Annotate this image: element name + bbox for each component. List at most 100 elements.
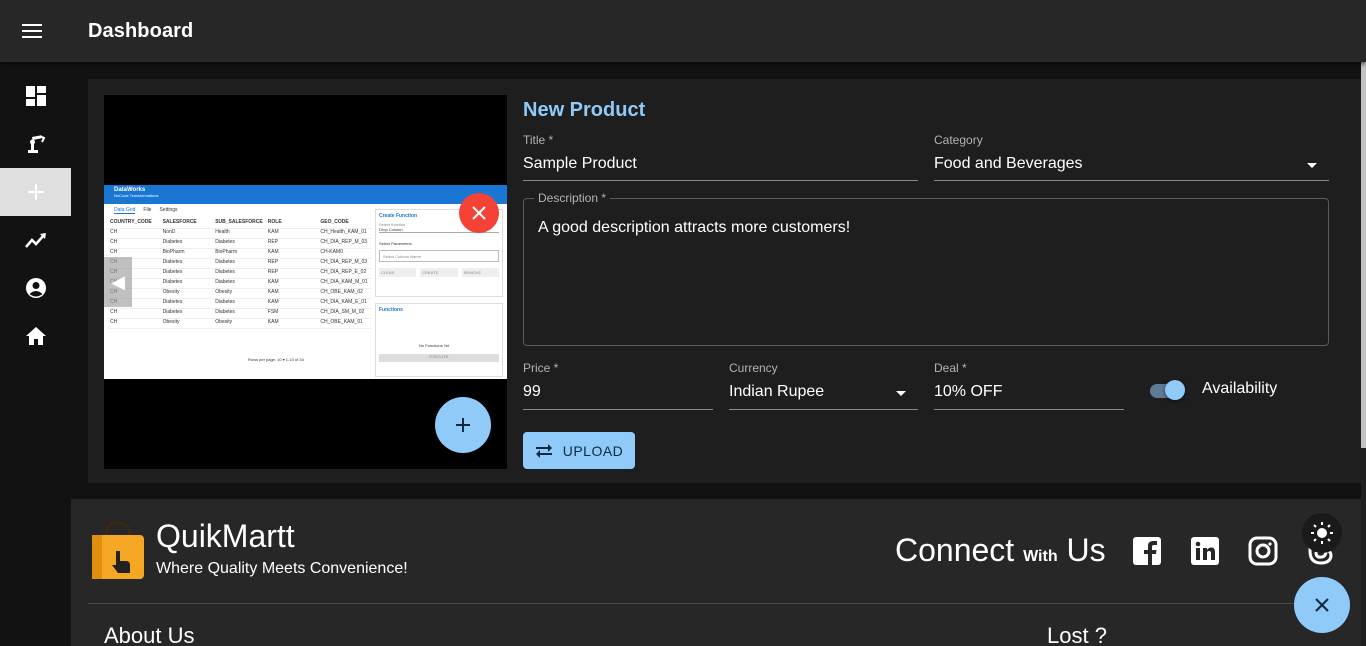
preview-grid-row: CH Diabetes Diabetes REP CH_DIA_REP_M_03 [108, 239, 371, 249]
price-input[interactable]: 99 [523, 383, 541, 401]
price-label: Price * [523, 361, 559, 375]
preview-menu-file: File [143, 207, 152, 213]
new-product-card: DataWorks NoCode Transformations Data Gr… [88, 79, 1361, 483]
preview-header-subtitle: NoCode Transformations [114, 193, 159, 198]
deal-label: Deal * [934, 361, 967, 375]
connect-mid: With [1023, 548, 1058, 565]
description-input[interactable]: A good description attracts more custome… [538, 219, 850, 237]
facebook-icon[interactable] [1132, 536, 1162, 566]
nav-item-automation[interactable] [0, 120, 71, 168]
preview-grid-cell: CH_DIA_REP_M_03 [320, 259, 368, 265]
add-image-button[interactable] [435, 397, 491, 453]
preview-grid-cell: FSM [267, 309, 279, 315]
preview-grid-cell: Diabetes [162, 269, 183, 275]
brand-tagline: Where Quality Meets Convenience! [156, 560, 408, 577]
preview-grid-cell: REP [267, 239, 279, 245]
deal-input[interactable]: 10% OFF [934, 383, 1002, 401]
preview-param-select: Select Column Name [379, 250, 499, 262]
nav-item-dashboard[interactable] [0, 72, 71, 120]
preview-grid-cell: NonD [162, 229, 176, 235]
preview-grid-cell: CH_OBE_KAM_02 [320, 289, 363, 295]
title-input[interactable]: Sample Product [523, 155, 637, 173]
close-speed-dial-button[interactable] [1294, 577, 1350, 633]
currency-select[interactable]: Currency Indian Rupee [729, 361, 918, 410]
preview-grid-cell: Obesity [215, 319, 233, 325]
connect-pre: Connect [895, 532, 1015, 568]
connect-post: Us [1066, 532, 1106, 568]
price-field[interactable]: Price * 99 [523, 361, 713, 410]
category-select[interactable]: Category Food and Beverages [934, 133, 1329, 181]
preview-functions-panel: Functions No Functions Yet EXECUTE [375, 303, 503, 377]
preview-grid-cell: Diabetes [162, 279, 183, 285]
preview-grid-cell: Obesity [162, 319, 180, 325]
preview-tab: Data Grid [114, 207, 136, 214]
preview-grid-cell: REP [267, 259, 279, 265]
account-icon [25, 278, 46, 298]
currency-label: Currency [729, 361, 778, 375]
preview-pager: Rows per page: 10 ▾ 1-10 of 34 [248, 357, 304, 362]
preview-grid-cell: Diabetes [162, 239, 183, 245]
preview-grid-cell: CH [110, 229, 118, 235]
preview-grid-cell: CH_Health_KAM_01 [320, 229, 367, 235]
menu-icon[interactable] [0, 0, 64, 62]
theme-toggle-button[interactable] [1302, 513, 1342, 553]
preview-functions-title: Functions [379, 307, 403, 313]
preview-grid-cell: Diabetes [162, 309, 183, 315]
preview-grid-cell: CH_DIA_KAM_M_01 [320, 279, 368, 285]
preview-grid-header: COUNTRY_CODE SALESFORCE SUB_SALESFORCE ROLE… [108, 219, 371, 229]
footer: QuikMartt Where Quality Meets Convenienc… [71, 499, 1361, 646]
preview-params-label: Select Parameters [379, 241, 412, 246]
close-icon [1315, 598, 1329, 612]
preview-grid-cell: KAM [267, 289, 279, 295]
preview-grid-cell: Diabetes [215, 259, 235, 265]
preview-column-header: ROLE [267, 219, 282, 225]
preview-grid-cell: CH_OBE_KAM_01 [320, 319, 363, 325]
brand-name: QuikMartt [156, 518, 295, 554]
preview-grid-cell: CH [110, 239, 118, 245]
nav-item-add[interactable] [0, 168, 71, 216]
about-heading: About Us [104, 623, 195, 646]
page-scrollbar[interactable] [1361, 62, 1366, 448]
preview-grid-cell: KAM [267, 279, 279, 285]
linkedin-icon[interactable] [1190, 536, 1220, 566]
upload-button[interactable]: UPLOAD [523, 432, 635, 469]
shopping-bag-logo [92, 521, 144, 579]
preview-grid-cell: Diabetes [162, 259, 183, 265]
preview-grid-row: CH BioPharm BioPharm KAM CH-KAM0 [108, 249, 371, 259]
trending-icon [24, 233, 46, 248]
lost-heading: Lost ? [1047, 623, 1107, 646]
footer-divider [88, 603, 1344, 604]
preview-grid-row: CHDiabetesDiabetesKAMCH_DIA_KAM_M_01 [108, 279, 371, 289]
preview-grid-cell: Diabetes [215, 309, 235, 315]
deal-field[interactable]: Deal * 10% OFF [934, 361, 1124, 410]
preview-grid-cell: KAM [267, 299, 279, 305]
preview-screenshot: DataWorks NoCode Transformations Data Gr… [104, 185, 507, 379]
app-bar: Dashboard [0, 0, 1366, 62]
preview-grid-body: CH NonD Health KAM CH_Health_KAM_01 CH Diabete… [108, 229, 371, 329]
title-field[interactable]: Title * Sample Product [523, 133, 918, 181]
description-field[interactable]: Description * A good description attract… [523, 191, 1329, 346]
page-title: Dashboard [88, 19, 194, 42]
connect-heading: Connect With Us [895, 532, 1106, 569]
instagram-icon[interactable] [1248, 536, 1278, 566]
availability-label: Availability [1202, 380, 1278, 397]
nav-item-analytics[interactable] [0, 216, 71, 264]
category-value: Food and Beverages [934, 155, 1083, 172]
preview-grid: COUNTRY_CODE SALESFORCE SUB_SALESFORCE ROLE… [108, 219, 371, 379]
preview-grid-row: CH Diabetes Diabetes FSM CH_DIA_SM_M_02 [108, 309, 371, 319]
preview-grid-cell: KAM [267, 249, 279, 255]
preview-grid-cell: BioPharm [215, 249, 238, 255]
nav-item-home[interactable] [0, 312, 71, 360]
description-label: Description * [534, 191, 611, 205]
preview-grid-row: CH NonD Health KAM CH_Health_KAM_01 [108, 229, 371, 239]
preview-grid-cell: Obesity [162, 289, 180, 295]
preview-grid-cell: CH [110, 309, 118, 315]
availability-switch[interactable] [1149, 379, 1185, 401]
carousel-prev-button[interactable]: ◀ [104, 257, 132, 307]
preview-menu-settings: Settings [159, 207, 178, 213]
preview-column-header: SALESFORCE [162, 219, 197, 225]
add-icon [456, 418, 470, 432]
chevron-down-icon [896, 391, 906, 396]
remove-image-button[interactable] [459, 193, 499, 233]
nav-item-account[interactable] [0, 264, 71, 312]
